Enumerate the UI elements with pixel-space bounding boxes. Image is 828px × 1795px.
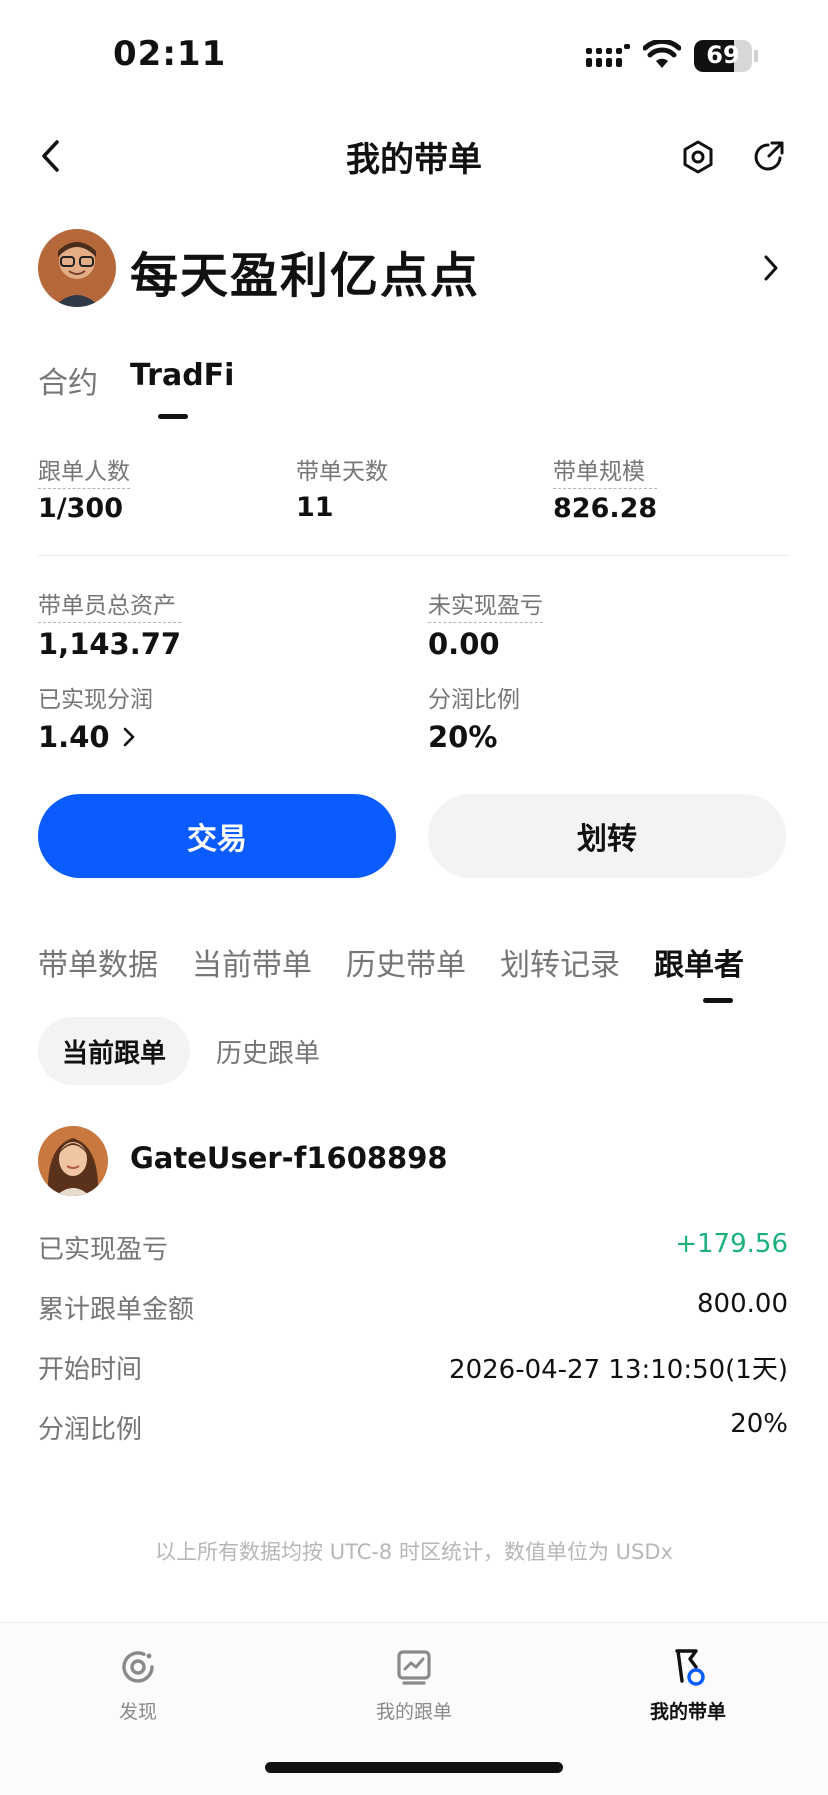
- follower-total-amount-label: 累计跟单金额: [38, 1295, 195, 1325]
- stat-realized-share-value: 1.40: [38, 720, 110, 754]
- trade-button[interactable]: 交易: [38, 794, 396, 878]
- tab-copy-data[interactable]: 带单数据: [38, 940, 158, 984]
- stat-scale-label: 带单规模: [553, 458, 658, 489]
- stat-total-assets: 带单员总资产 1,143.77: [38, 592, 182, 661]
- follower-start-time-label: 开始时间: [38, 1355, 143, 1385]
- stat-total-assets-label: 带单员总资产: [38, 592, 182, 623]
- cellular-signal-icon: [586, 44, 630, 67]
- follower-share-ratio-label: 分润比例: [38, 1415, 143, 1445]
- divider: [38, 555, 790, 556]
- status-time: 02:11: [113, 34, 227, 74]
- stat-days-value: 11: [296, 492, 334, 523]
- tab-futures[interactable]: 合约: [38, 358, 98, 402]
- flag-icon: [675, 1649, 705, 1686]
- share-icon[interactable]: [750, 139, 786, 175]
- transfer-button[interactable]: 划转: [428, 794, 786, 878]
- follower-realized-pnl-value: +179.56: [675, 1229, 788, 1259]
- stat-share-ratio-label: 分润比例: [428, 687, 520, 713]
- nav-my-leads[interactable]: 我的带单: [588, 1647, 788, 1724]
- tab-transfer-records[interactable]: 划转记录: [500, 940, 620, 984]
- stat-realized-share-row[interactable]: 1.40: [38, 720, 153, 754]
- nav-my-copies-label: 我的跟单: [375, 1701, 452, 1723]
- nav-my-copies[interactable]: 我的跟单: [314, 1647, 514, 1724]
- battery-icon: 69: [694, 40, 752, 72]
- stat-realized-share[interactable]: 已实现分润 1.40: [38, 686, 153, 754]
- follower-avatar: [38, 1126, 108, 1196]
- subtab-current-followers[interactable]: 当前跟单: [38, 1017, 190, 1085]
- tab-tradfi[interactable]: TradFi: [130, 358, 234, 393]
- stat-share-ratio: 分润比例 20%: [428, 686, 520, 754]
- follower-share-ratio-value: 20%: [730, 1409, 788, 1439]
- stat-days-label: 带单天数: [296, 459, 388, 485]
- tab-history-copy[interactable]: 历史带单: [346, 940, 466, 984]
- tab-tradfi-underline: [158, 414, 188, 419]
- stat-unrealized-pnl-value: 0.00: [428, 627, 500, 661]
- discover-icon: [122, 1651, 154, 1683]
- stat-unrealized-pnl-label: 未实现盈亏: [428, 592, 543, 623]
- home-indicator: [265, 1762, 563, 1773]
- trader-avatar[interactable]: [38, 229, 116, 307]
- nav-my-leads-label: 我的带单: [649, 1701, 726, 1723]
- wifi-icon: [643, 40, 681, 68]
- footnote: 以上所有数据均按 UTC-8 时区统计，数值单位为 USDx: [155, 1540, 673, 1564]
- stat-followers-label: 跟单人数: [38, 458, 130, 489]
- stat-unrealized-pnl: 未实现盈亏 0.00: [428, 592, 543, 661]
- tab-current-copy[interactable]: 当前带单: [192, 940, 312, 984]
- stat-share-ratio-value: 20%: [428, 720, 498, 754]
- follower-realized-pnl-label: 已实现盈亏: [38, 1235, 169, 1265]
- stat-scale: 带单规模 826.28: [553, 458, 658, 524]
- chevron-right-icon[interactable]: [122, 726, 136, 748]
- battery-level: 69: [706, 41, 740, 69]
- stat-followers-value: 1/300: [38, 493, 124, 524]
- stat-scale-value: 826.28: [553, 493, 658, 524]
- chart-icon: [397, 1650, 431, 1685]
- follower-start-time-value: 2026-04-27 13:10:50(1天): [449, 1355, 788, 1385]
- settings-hexagon-icon[interactable]: [680, 139, 716, 175]
- tab-followers[interactable]: 跟单者: [654, 940, 744, 984]
- follower-total-amount-value: 800.00: [697, 1289, 788, 1319]
- nav-discover-label: 发现: [118, 1701, 157, 1723]
- nav-discover[interactable]: 发现: [38, 1647, 238, 1724]
- tab-followers-underline: [703, 998, 733, 1003]
- trader-nickname[interactable]: 每天盈利亿点点: [130, 236, 480, 306]
- chevron-right-icon[interactable]: [762, 253, 780, 283]
- stat-followers: 跟单人数 1/300: [38, 458, 130, 524]
- stat-realized-share-label: 已实现分润: [38, 687, 153, 713]
- stat-total-assets-value: 1,143.77: [38, 627, 182, 661]
- follower-name: GateUser-f1608898: [130, 1141, 448, 1175]
- subtab-history-followers[interactable]: 历史跟单: [200, 1017, 336, 1085]
- stat-days: 带单天数 11: [296, 458, 388, 523]
- battery-tip: [754, 50, 758, 62]
